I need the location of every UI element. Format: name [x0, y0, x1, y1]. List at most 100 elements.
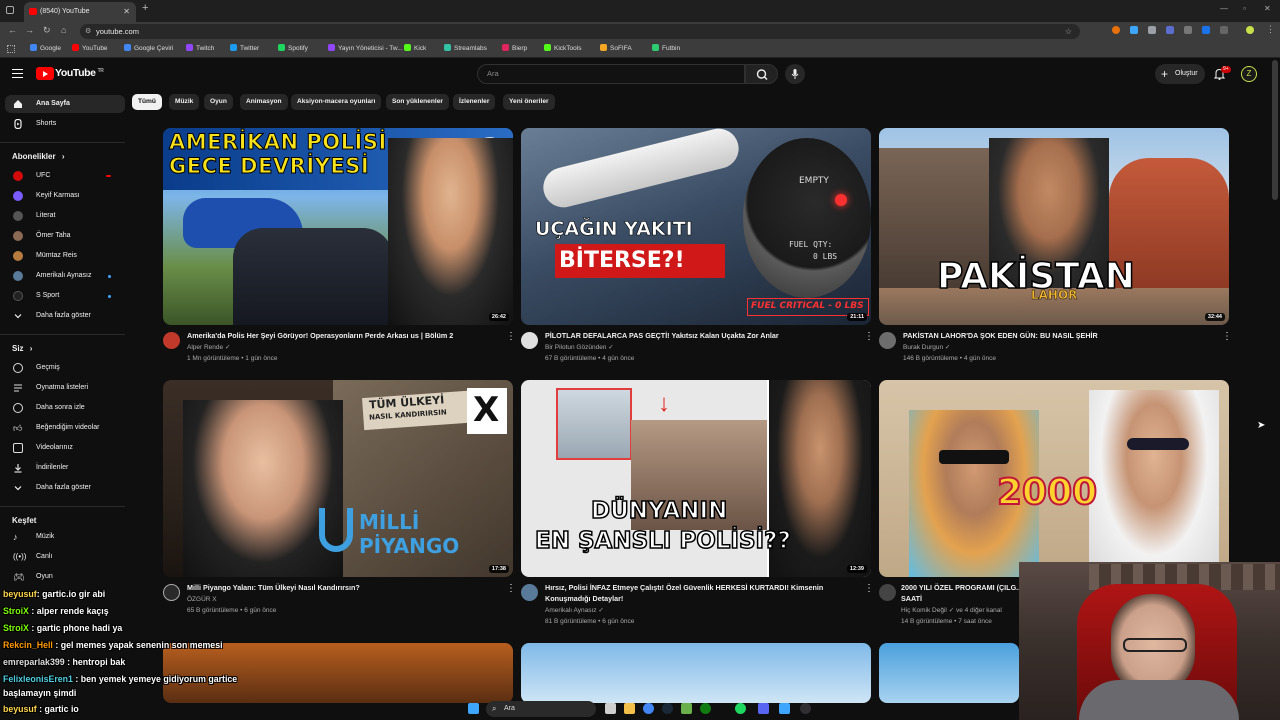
extension-icon[interactable] — [1112, 26, 1120, 34]
account-avatar[interactable]: Z — [1241, 66, 1257, 82]
video-thumbnail[interactable]: ↓ DÜNYANIN EN ŞANSLI POLİSİ?? 12:39 — [521, 380, 871, 577]
video-title[interactable]: PAKİSTAN LAHOR'DA ŞOK EDEN GÜN: BU NASIL… — [903, 331, 1203, 342]
sidebar-item-home[interactable]: Ana Sayfa — [5, 95, 125, 113]
close-tab-icon[interactable]: ✕ — [123, 2, 130, 22]
video-thumbnail[interactable] — [521, 643, 871, 703]
you-heading[interactable]: Siz › — [12, 344, 32, 353]
bookmark-item[interactable]: YouTube — [72, 44, 108, 54]
chip-animasyon[interactable]: Animasyon — [240, 94, 288, 110]
minimize-icon[interactable]: — — [1220, 4, 1228, 13]
spotify-icon[interactable] — [735, 703, 746, 714]
bookmark-item[interactable]: Twitch — [186, 44, 214, 54]
channel-name[interactable]: Amerikalı Aynasız ✓ — [545, 605, 604, 616]
bookmark-item[interactable]: SoFIFA — [600, 44, 632, 54]
browser-menu-icon[interactable]: ⋮ — [1266, 24, 1275, 35]
youtube-logo-text[interactable]: YouTube TR — [55, 67, 104, 79]
create-button[interactable]: + Oluştur — [1155, 64, 1205, 84]
voice-search-button[interactable] — [785, 64, 805, 84]
task-view-icon[interactable] — [605, 703, 616, 714]
extension-icon[interactable] — [1184, 26, 1192, 34]
sidebar-subs-show-more[interactable]: Daha fazla göster — [5, 307, 125, 325]
windows-start-icon[interactable] — [468, 703, 479, 714]
bookmark-item[interactable]: Futbin — [652, 44, 680, 54]
sidebar-item-history[interactable]: Geçmiş — [5, 359, 125, 377]
channel-name[interactable]: ÖZGÜR X — [187, 594, 217, 605]
app-icon[interactable] — [779, 703, 790, 714]
sidebar-item-playlists[interactable]: Oynatma listeleri — [5, 379, 125, 397]
channel-name[interactable]: Alper Rende ✓ — [187, 342, 230, 353]
browser-tab-youtube[interactable]: (8540) YouTube ✕ — [24, 2, 136, 22]
forward-icon[interactable]: → — [25, 25, 34, 35]
channel-name[interactable]: Bir Pilotun Gözünden ✓ — [545, 342, 614, 353]
site-info-icon[interactable]: ⚙ — [85, 24, 91, 39]
video-options-icon[interactable] — [864, 331, 874, 342]
video-options-icon[interactable] — [506, 583, 516, 594]
bookmark-star-icon[interactable]: ☆ — [1065, 24, 1072, 39]
video-thumbnail[interactable]: 2000 — [879, 380, 1229, 577]
channel-name[interactable]: Burak Durgun ✓ — [903, 342, 950, 353]
extension-icon[interactable] — [1166, 26, 1174, 34]
sidebar-item-music[interactable]: ♪ Müzik — [5, 528, 125, 546]
channel-avatar[interactable] — [879, 584, 896, 601]
obs-icon[interactable] — [800, 703, 811, 714]
bookmark-item[interactable]: Twitter — [230, 44, 259, 54]
chip-i-zlenenler[interactable]: İzlenenler — [453, 94, 496, 110]
address-bar[interactable]: ⚙ youtube.com ☆ — [80, 24, 1080, 39]
page-scrollbar[interactable] — [1272, 60, 1278, 200]
video-thumbnail[interactable] — [879, 643, 1019, 703]
search-button[interactable] — [745, 64, 778, 84]
chip-tümü[interactable]: Tümü — [132, 94, 162, 110]
sidebar-sub-omer-taha[interactable]: Ömer Taha — [5, 227, 125, 245]
profile-icon[interactable] — [1246, 26, 1254, 34]
channel-name[interactable]: Hiç Komik Değil ✓ ve 4 diğer kanal — [901, 605, 1002, 616]
video-options-icon[interactable] — [864, 583, 874, 594]
sidebar-sub-amerikali-aynasiz[interactable]: Amerikalı Aynasız — [5, 267, 125, 285]
channel-avatar[interactable] — [163, 332, 180, 349]
apps-grid-icon[interactable] — [7, 45, 15, 53]
extension-icon[interactable] — [1130, 26, 1138, 34]
chrome-icon[interactable] — [643, 703, 654, 714]
video-thumbnail[interactable] — [163, 643, 513, 703]
file-explorer-icon[interactable] — [624, 703, 635, 714]
video-title[interactable]: Milli Piyango Yalanı: Tüm Ülkeyi Nasıl K… — [187, 583, 487, 594]
home-browser-icon[interactable]: ⌂ — [61, 25, 66, 35]
extensions-puzzle-icon[interactable] — [1220, 26, 1228, 34]
bookmark-item[interactable]: Spotify — [278, 44, 308, 54]
youtube-logo-icon[interactable] — [36, 67, 54, 80]
sidebar-item-live[interactable]: ((•)) Canlı — [5, 548, 125, 566]
bookmark-item[interactable]: Google Çeviri — [124, 44, 173, 54]
video-thumbnail[interactable]: AMERİKAN POLİSİ GECE DEVRİYESİ 2 26:42 — [163, 128, 513, 325]
video-thumbnail[interactable]: PAKİSTAN LAHOR 32:44 — [879, 128, 1229, 325]
sidebar-sub-literat[interactable]: Literat — [5, 207, 125, 225]
sidebar-sub-ufc[interactable]: UFC — [5, 167, 125, 185]
sidebar-item-shorts[interactable]: Shorts — [5, 115, 125, 133]
sidebar-item-gaming[interactable]: 🎮︎ Oyun — [5, 568, 125, 586]
back-icon[interactable]: ← — [8, 25, 17, 35]
sidebar-you-show-more[interactable]: Daha fazla göster — [5, 479, 125, 497]
sidebar-item-your-videos[interactable]: Videolarınız — [5, 439, 125, 457]
reload-icon[interactable]: ↻ — [43, 25, 51, 36]
sidebar-item-downloads[interactable]: İndirilenler — [5, 459, 125, 477]
extension-icon[interactable] — [1202, 26, 1210, 34]
channel-avatar[interactable] — [521, 332, 538, 349]
sidebar-sub-keyif-karmasi[interactable]: Keyif Karması — [5, 187, 125, 205]
new-tab-button[interactable]: + — [142, 2, 148, 14]
video-options-icon[interactable] — [1222, 331, 1232, 342]
bookmark-item[interactable]: Yayın Yöneticisi - Tw... — [328, 44, 403, 54]
steam-icon[interactable] — [662, 703, 673, 714]
taskbar-search[interactable]: ⌕ Ara — [486, 701, 596, 717]
discord-icon[interactable] — [758, 703, 769, 714]
bookmark-item[interactable]: Kick — [404, 44, 426, 54]
video-title[interactable]: 2000 YILI ÖZEL PROGRAMI (ÇILG... SAATİ — [901, 583, 1026, 604]
sidebar-sub-mumtaz-reis[interactable]: Mümtaz Reis — [5, 247, 125, 265]
video-options-icon[interactable] — [506, 331, 516, 342]
bookmark-item[interactable]: Google — [30, 44, 61, 54]
video-thumbnail[interactable]: TÜM ÜLKEYİ NASIL KANDIRIRSIN X MİLLİ PİY… — [163, 380, 513, 577]
video-thumbnail[interactable]: EMPTY FUEL QTY: 0 LBS UÇAĞIN YAKITI BİTE… — [521, 128, 871, 325]
sidebar-item-watch-later[interactable]: Daha sonra izle — [5, 399, 125, 417]
bookmark-item[interactable]: Bierp — [502, 44, 527, 54]
video-title[interactable]: PİLOTLAR DEFALARCA PAS GEÇTİ! Yakıtsız K… — [545, 331, 845, 342]
video-title[interactable]: Hırsız, Polisi İNFAZ Etmeye Çalıştı! Öze… — [545, 583, 845, 604]
chip-son-yüklenenler[interactable]: Son yüklenenler — [386, 94, 449, 110]
chip-müzik[interactable]: Müzik — [169, 94, 200, 110]
